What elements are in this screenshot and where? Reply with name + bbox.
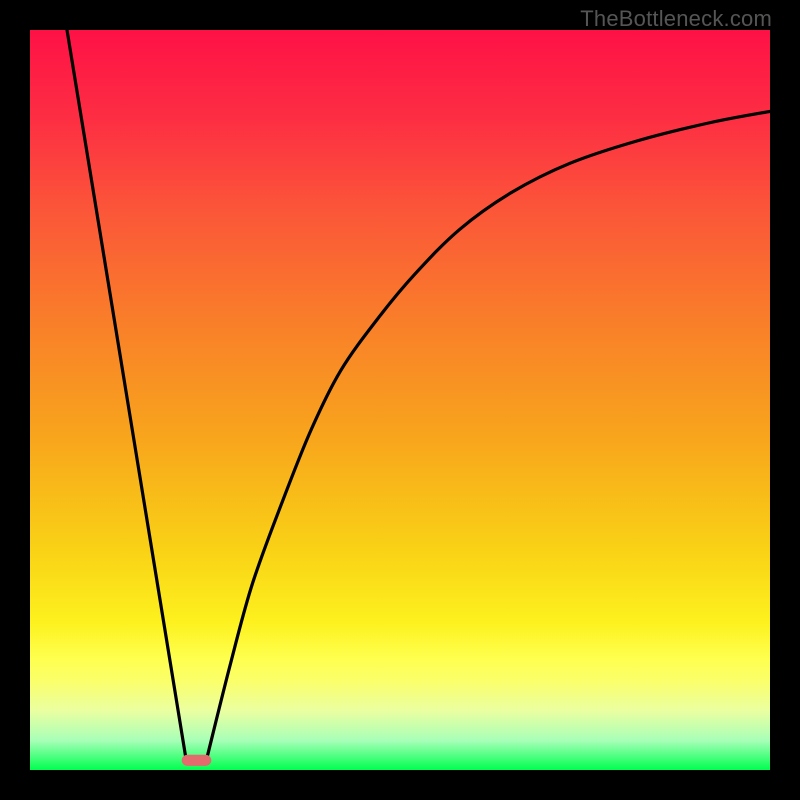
right-ascending-curve bbox=[208, 111, 770, 755]
chart-frame: TheBottleneck.com bbox=[0, 0, 800, 800]
curve-layer bbox=[30, 30, 770, 770]
watermark-text: TheBottleneck.com bbox=[580, 6, 772, 32]
plot-area bbox=[30, 30, 770, 770]
left-descending-line bbox=[67, 30, 185, 755]
valley-marker bbox=[182, 755, 212, 766]
